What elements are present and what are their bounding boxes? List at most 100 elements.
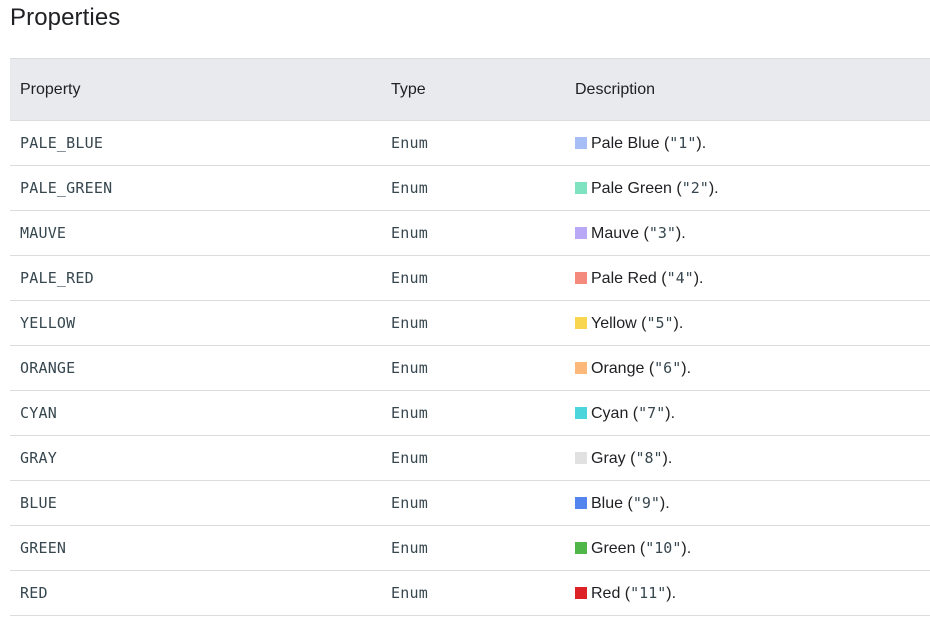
property-cell: BLUE [10, 480, 381, 526]
header-type: Type [381, 58, 565, 121]
color-swatch [575, 136, 587, 149]
table-row: ORANGE Enum Orange ("6"). [10, 345, 930, 391]
property-type: Enum [391, 133, 428, 152]
type-cell: Enum [381, 165, 565, 211]
paren-close: ). [708, 179, 719, 197]
table-row: CYAN Enum Cyan ("7"). [10, 390, 930, 436]
property-name: RED [20, 583, 48, 602]
color-value: "4" [666, 268, 694, 287]
color-swatch [575, 406, 587, 419]
paren-close: ). [681, 539, 692, 557]
description-cell: Red ("11"). [565, 570, 930, 616]
header-description: Description [565, 58, 930, 121]
paren-close: ). [673, 314, 684, 332]
table-row: PALE_BLUE Enum Pale Blue ("1"). [10, 120, 930, 166]
header-row: Property Type Description [10, 58, 930, 121]
type-cell: Enum [381, 300, 565, 346]
property-cell: GREEN [10, 525, 381, 571]
page-title: Properties [10, 4, 121, 31]
property-type: Enum [391, 403, 428, 422]
description-cell: Pale Green ("2"). [565, 165, 930, 211]
color-swatch [575, 496, 587, 509]
paren-open: ( [623, 494, 633, 512]
paren-open: ( [656, 269, 667, 287]
type-cell: Enum [381, 570, 565, 616]
color-value: "3" [648, 223, 676, 242]
paren-open: ( [628, 404, 639, 422]
property-name: MAUVE [20, 223, 67, 242]
paren-close: ). [662, 449, 673, 467]
properties-table: Property Type Description PALE_BLUE Enum P… [10, 58, 930, 616]
description-cell: Cyan ("7"). [565, 390, 930, 436]
paren-open: ( [659, 134, 670, 152]
type-cell: Enum [381, 210, 565, 256]
property-name: PALE_BLUE [20, 133, 104, 152]
color-value: "10" [645, 538, 682, 557]
property-name: BLUE [20, 493, 57, 512]
property-type: Enum [391, 583, 428, 602]
property-cell: ORANGE [10, 345, 381, 391]
color-name: Pale Green [591, 179, 672, 197]
color-value: "6" [654, 358, 682, 377]
paren-open: ( [671, 179, 682, 197]
color-value: "5" [646, 313, 674, 332]
paren-open: ( [620, 584, 631, 602]
paren-open: ( [625, 449, 636, 467]
color-swatch [575, 361, 587, 374]
color-swatch [575, 316, 587, 329]
paren-open: ( [644, 359, 655, 377]
color-swatch [575, 541, 587, 554]
type-cell: Enum [381, 435, 565, 481]
description-cell: Green ("10"). [565, 525, 930, 571]
color-swatch [575, 181, 587, 194]
color-swatch [575, 271, 587, 284]
paren-close: ). [666, 584, 677, 602]
table-header: Property Type Description [10, 58, 930, 121]
paren-close: ). [696, 134, 707, 152]
paren-close: ). [659, 494, 670, 512]
description-cell: Mauve ("3"). [565, 210, 930, 256]
property-type: Enum [391, 223, 428, 242]
color-value: "7" [638, 403, 666, 422]
description-cell: Orange ("6"). [565, 345, 930, 391]
property-cell: GRAY [10, 435, 381, 481]
paren-open: ( [636, 314, 647, 332]
property-cell: PALE_GREEN [10, 165, 381, 211]
type-cell: Enum [381, 480, 565, 526]
color-name: Pale Red [591, 269, 657, 287]
description-cell: Pale Blue ("1"). [565, 120, 930, 166]
color-value: "8" [635, 448, 663, 467]
property-type: Enum [391, 493, 428, 512]
property-type: Enum [391, 358, 428, 377]
property-name: YELLOW [20, 313, 76, 332]
color-value: "1" [669, 133, 697, 152]
color-value: "2" [681, 178, 709, 197]
paren-close: ). [681, 359, 692, 377]
property-name: GREEN [20, 538, 67, 557]
property-type: Enum [391, 313, 428, 332]
color-name: Green [591, 539, 636, 557]
color-name: Yellow [591, 314, 637, 332]
property-name: PALE_RED [20, 268, 94, 287]
property-name: PALE_GREEN [20, 178, 113, 197]
color-name: Cyan [591, 404, 629, 422]
property-cell: PALE_RED [10, 255, 381, 301]
paren-close: ). [693, 269, 704, 287]
property-cell: MAUVE [10, 210, 381, 256]
paren-open: ( [635, 539, 646, 557]
color-name: Pale Blue [591, 134, 660, 152]
type-cell: Enum [381, 345, 565, 391]
table-row: PALE_RED Enum Pale Red ("4"). [10, 255, 930, 301]
color-name: Blue [591, 494, 624, 512]
table-row: RED Enum Red ("11"). [10, 570, 930, 616]
paren-open: ( [639, 224, 649, 242]
color-swatch [575, 451, 587, 464]
color-value: "11" [630, 583, 667, 602]
property-cell: CYAN [10, 390, 381, 436]
table-row: MAUVE Enum Mauve ("3"). [10, 210, 930, 256]
color-name: Orange [591, 359, 645, 377]
color-value: "9" [632, 493, 660, 512]
property-cell: RED [10, 570, 381, 616]
property-type: Enum [391, 178, 428, 197]
color-name: Red [591, 584, 621, 602]
